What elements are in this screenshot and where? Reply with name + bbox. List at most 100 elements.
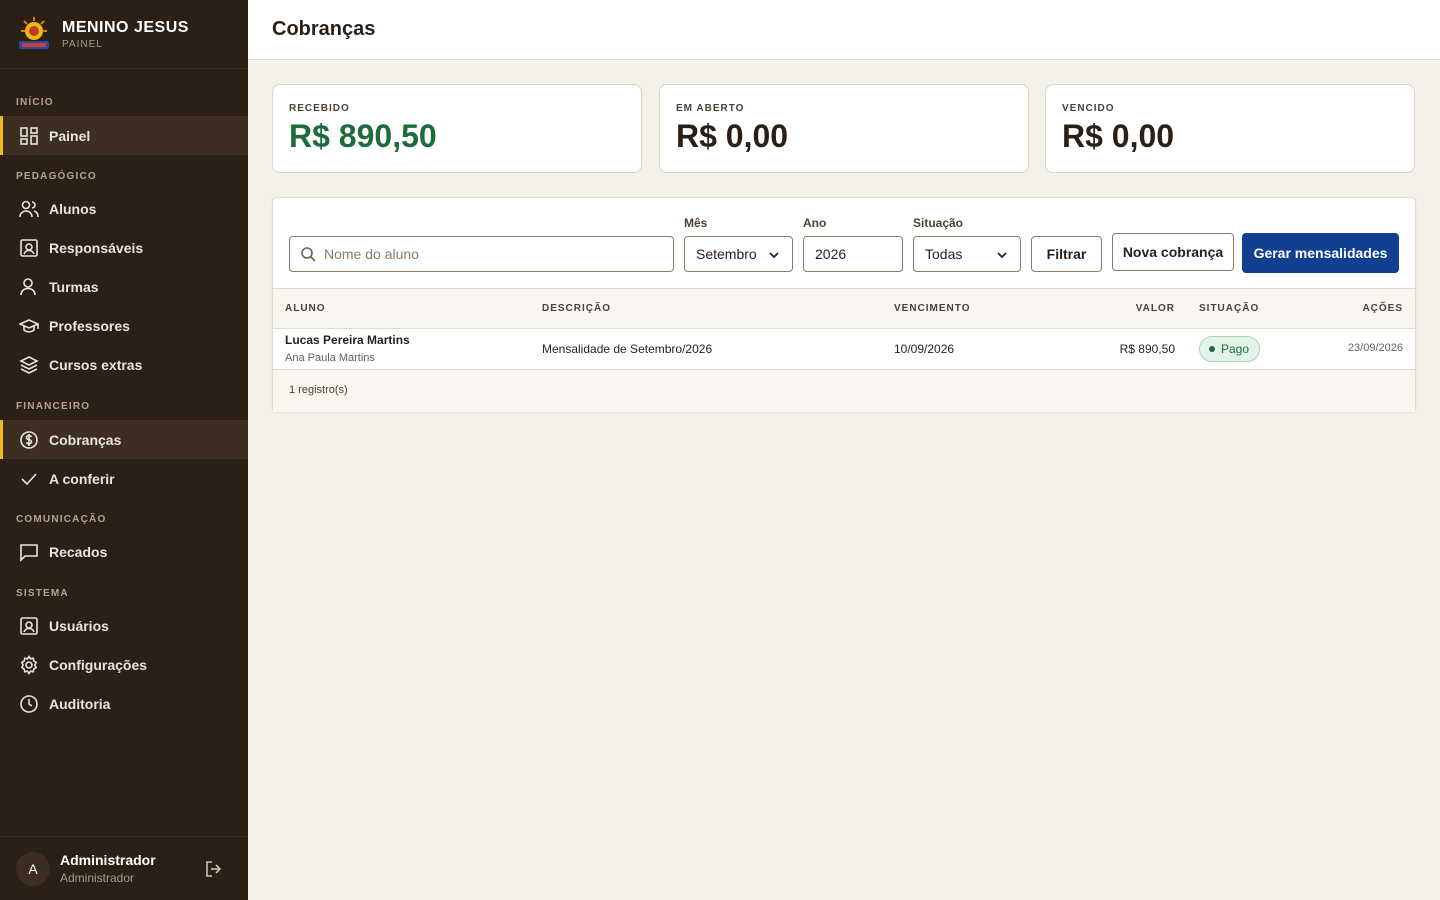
amount-cell: R$ 890,50 bbox=[1119, 342, 1175, 356]
month-value: Setembro bbox=[696, 246, 757, 262]
sidebar-item-responsaveis[interactable]: Responsáveis bbox=[0, 228, 248, 267]
sidebar-item-configuracoes[interactable]: Configurações bbox=[0, 645, 248, 684]
table-header: ALUNO DESCRIÇÃO VENCIMENTO VALOR SITUAÇÃ… bbox=[273, 289, 1415, 329]
sidebar-item-auditoria[interactable]: Auditoria bbox=[0, 684, 248, 723]
user-role: Administrador bbox=[60, 871, 135, 885]
status-value: Todas bbox=[925, 246, 963, 262]
search-input[interactable] bbox=[324, 246, 664, 262]
search-box[interactable] bbox=[289, 236, 674, 272]
sidebar-item-label: Alunos bbox=[49, 200, 97, 217]
search-icon bbox=[301, 247, 316, 262]
section-comunicacao: COMUNICAÇÃO bbox=[16, 514, 107, 525]
guardian-name: Ana Paula Martins bbox=[285, 352, 375, 364]
month-label: Mês bbox=[684, 216, 708, 230]
id-card-icon bbox=[20, 238, 38, 257]
users-icon bbox=[19, 200, 39, 217]
section-inicio: INÍCIO bbox=[16, 97, 54, 108]
brand: MENINO JESUS PAINEL bbox=[0, 0, 248, 69]
actions-cell[interactable]: 23/09/2026 bbox=[1348, 342, 1403, 354]
year-label: Ano bbox=[803, 216, 827, 230]
sidebar-item-label: Auditoria bbox=[49, 695, 111, 712]
sidebar-item-a-conferir[interactable]: A conferir bbox=[0, 459, 248, 498]
layers-icon bbox=[19, 355, 39, 374]
stat-value: R$ 0,00 bbox=[1062, 118, 1175, 154]
school-logo-icon bbox=[19, 17, 49, 49]
section-financeiro: FINANCEIRO bbox=[16, 401, 91, 412]
user-icon bbox=[20, 277, 36, 295]
stat-card-recebido: RECEBIDO R$ 890,50 bbox=[272, 84, 642, 173]
sidebar-item-label: Professores bbox=[49, 317, 130, 334]
sidebar-item-usuarios[interactable]: Usuários bbox=[0, 606, 248, 645]
column-header: ALUNO bbox=[285, 303, 326, 314]
sidebar-item-label: Turmas bbox=[49, 278, 99, 295]
generate-monthly-button[interactable]: Gerar mensalidades bbox=[1242, 233, 1399, 273]
status-dot-icon bbox=[1209, 346, 1215, 352]
stat-card-vencido: VENCIDO R$ 0,00 bbox=[1045, 84, 1415, 173]
dollar-circle-icon bbox=[20, 430, 38, 449]
stat-label: EM ABERTO bbox=[676, 103, 745, 114]
brand-subtitle: PAINEL bbox=[62, 38, 103, 50]
sidebar-item-turmas[interactable]: Turmas bbox=[0, 267, 248, 306]
sidebar-item-alunos[interactable]: Alunos bbox=[0, 189, 248, 228]
graduation-cap-icon bbox=[19, 318, 39, 333]
section-sistema: SISTEMA bbox=[16, 588, 69, 599]
due-date-cell: 10/09/2026 bbox=[894, 342, 955, 356]
stat-label: RECEBIDO bbox=[289, 103, 350, 114]
avatar: A bbox=[16, 851, 50, 886]
page-title: Cobranças bbox=[272, 18, 376, 40]
chevron-down-icon bbox=[997, 252, 1007, 259]
chevron-down-icon bbox=[769, 252, 779, 259]
stat-label: VENCIDO bbox=[1062, 103, 1115, 114]
new-charge-button[interactable]: Nova cobrança bbox=[1112, 233, 1234, 271]
stat-card-em-aberto: EM ABERTO R$ 0,00 bbox=[659, 84, 1029, 173]
column-header: VENCIMENTO bbox=[894, 303, 971, 314]
month-select[interactable]: Setembro bbox=[684, 236, 793, 272]
sidebar-item-cursos-extras[interactable]: Cursos extras bbox=[0, 345, 248, 384]
logout-icon[interactable] bbox=[204, 859, 224, 879]
sidebar-item-label: Cursos extras bbox=[49, 356, 143, 373]
filter-bar: Mês Setembro Ano 2026 Situação Todas Fil… bbox=[273, 198, 1415, 289]
sidebar-item-label: Recados bbox=[49, 543, 108, 560]
top-header: Cobranças bbox=[248, 0, 1440, 60]
status-text: Pago bbox=[1221, 342, 1250, 356]
sidebar-item-painel[interactable]: Painel bbox=[0, 116, 248, 155]
sidebar-item-label: Cobranças bbox=[49, 431, 122, 448]
gear-icon bbox=[20, 654, 38, 675]
status-badge: Pago bbox=[1199, 336, 1261, 362]
column-header: DESCRIÇÃO bbox=[542, 303, 612, 314]
year-input[interactable]: 2026 bbox=[803, 236, 903, 272]
student-name: Lucas Pereira Martins bbox=[285, 333, 410, 347]
check-icon bbox=[21, 472, 37, 485]
column-header: SITUAÇÃO bbox=[1199, 303, 1260, 314]
status-label: Situação bbox=[913, 216, 964, 230]
sidebar-item-label: Usuários bbox=[49, 617, 109, 634]
clock-icon bbox=[20, 694, 38, 713]
user-box: A Administrador Administrador bbox=[0, 836, 248, 900]
sidebar: MENINO JESUS PAINEL INÍCIO Painel PEDAGÓ… bbox=[0, 0, 248, 900]
id-card-icon bbox=[20, 616, 38, 635]
user-name: Administrador bbox=[60, 852, 156, 868]
stat-value: R$ 890,50 bbox=[289, 118, 437, 154]
charges-panel: Mês Setembro Ano 2026 Situação Todas Fil… bbox=[272, 197, 1416, 412]
section-pedagogico: PEDAGÓGICO bbox=[16, 171, 97, 182]
description-cell: Mensalidade de Setembro/2026 bbox=[542, 342, 713, 356]
sidebar-item-cobrancas[interactable]: Cobranças bbox=[0, 420, 248, 459]
sidebar-item-recados[interactable]: Recados bbox=[0, 532, 248, 571]
record-count: 1 registro(s) bbox=[289, 384, 348, 396]
sidebar-item-label: Painel bbox=[49, 127, 91, 144]
column-header: VALOR bbox=[1135, 303, 1175, 314]
stat-value: R$ 0,00 bbox=[676, 118, 789, 154]
sidebar-item-label: Responsáveis bbox=[49, 239, 144, 256]
status-select[interactable]: Todas bbox=[913, 236, 1021, 272]
message-icon bbox=[20, 543, 38, 562]
grid-icon bbox=[20, 126, 38, 145]
filter-button[interactable]: Filtrar bbox=[1031, 236, 1102, 272]
table-footer: 1 registro(s) bbox=[273, 370, 1415, 412]
sidebar-item-professores[interactable]: Professores bbox=[0, 306, 248, 345]
sidebar-item-label: Configurações bbox=[49, 656, 148, 673]
sidebar-item-label: A conferir bbox=[49, 470, 115, 487]
column-header: AÇÕES bbox=[1362, 303, 1403, 314]
table-row[interactable]: Lucas Pereira Martins Ana Paula Martins … bbox=[273, 329, 1415, 370]
year-value: 2026 bbox=[815, 246, 847, 262]
brand-title: MENINO JESUS bbox=[62, 18, 189, 36]
